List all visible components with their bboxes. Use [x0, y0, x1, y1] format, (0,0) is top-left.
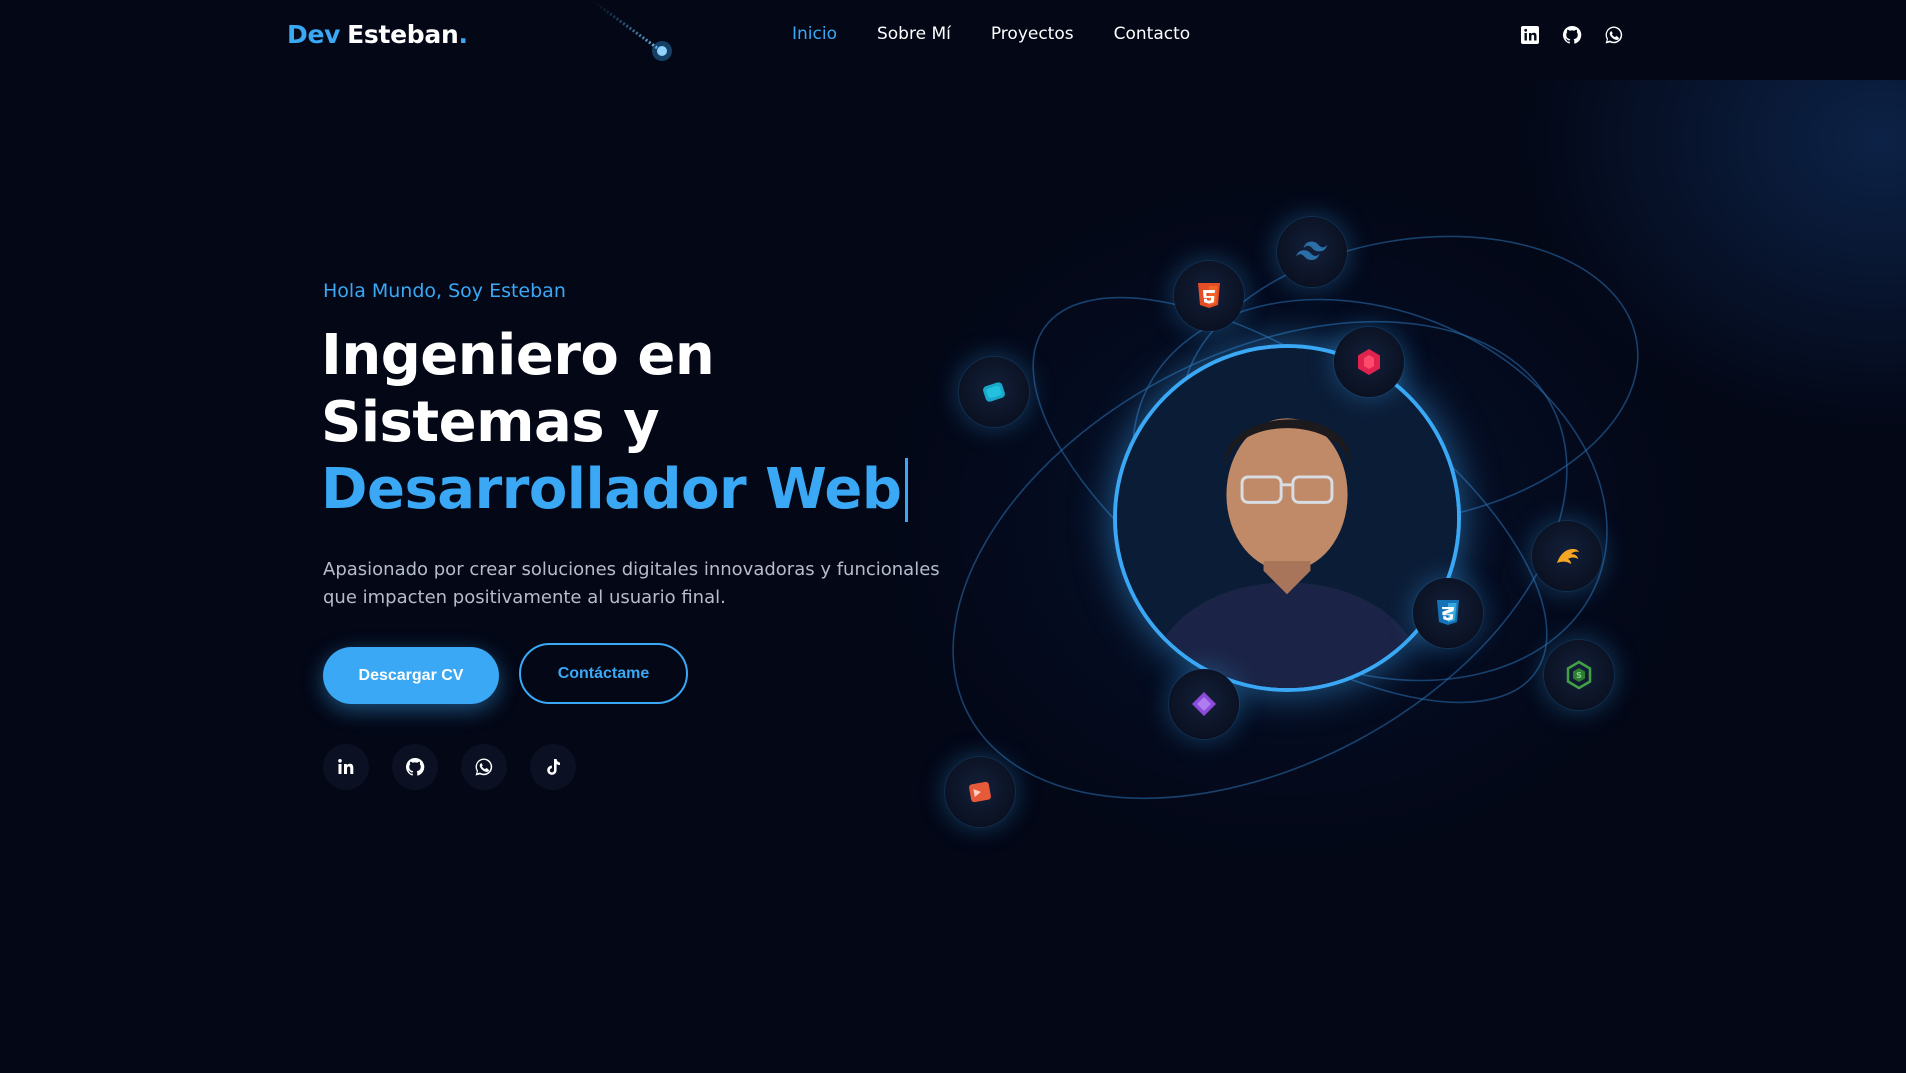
- hero-headline: Ingeniero en Sistemas y Desarrollador We…: [321, 322, 921, 523]
- css3-icon: [1413, 578, 1483, 648]
- typing-caret: [905, 457, 909, 522]
- nav-sobre-mi[interactable]: Sobre Mí: [877, 24, 951, 48]
- react-icon: [959, 357, 1029, 427]
- hero-social-links: [323, 744, 576, 790]
- linkedin-icon[interactable]: [1520, 25, 1540, 45]
- comet-decoration: [593, 0, 672, 61]
- nav-inicio[interactable]: Inicio: [792, 24, 837, 48]
- svg-text:S: S: [1576, 671, 1582, 680]
- svelte-icon: [1532, 521, 1602, 591]
- nodejs-icon: S: [1544, 640, 1614, 710]
- site-logo[interactable]: Dev Esteban .: [287, 20, 468, 54]
- headline-line-2: Sistemas y: [321, 390, 660, 455]
- main-nav: Inicio Sobre Mí Proyectos Contacto: [792, 24, 1190, 48]
- headline-line-3: Desarrollador Web: [321, 456, 921, 523]
- nav-contacto[interactable]: Contacto: [1114, 24, 1191, 48]
- contact-button[interactable]: Contáctame: [519, 643, 688, 704]
- whatsapp-icon[interactable]: [461, 744, 507, 790]
- headline-line-3-text: Desarrollador Web: [321, 457, 902, 522]
- header-social-links: [1520, 25, 1624, 45]
- linkedin-icon[interactable]: [323, 744, 369, 790]
- headline-line-1: Ingeniero en: [321, 323, 715, 388]
- astro-icon: [1169, 669, 1239, 739]
- tailwind-icon: [1277, 217, 1347, 287]
- whatsapp-icon[interactable]: [1604, 25, 1624, 45]
- github-icon[interactable]: [392, 744, 438, 790]
- bootstrap-icon: [945, 757, 1015, 827]
- github-icon[interactable]: [1562, 25, 1582, 45]
- nav-proyectos[interactable]: Proyectos: [991, 24, 1074, 48]
- logo-first: Dev: [287, 20, 341, 49]
- profile-photo: [1113, 344, 1461, 692]
- download-cv-button[interactable]: Descargar CV: [323, 647, 499, 704]
- hero-greeting: Hola Mundo, Soy Esteban: [323, 280, 566, 302]
- tiktok-icon[interactable]: [530, 744, 576, 790]
- nestjs-icon: [1334, 327, 1404, 397]
- hero-description: Apasionado por crear soluciones digitale…: [323, 559, 940, 608]
- html5-icon: [1174, 261, 1244, 331]
- page: Dev Esteban . Inicio Sobre Mí Proyectos …: [0, 0, 1906, 1073]
- logo-second: Esteban: [347, 20, 459, 49]
- logo-dot: .: [458, 20, 468, 49]
